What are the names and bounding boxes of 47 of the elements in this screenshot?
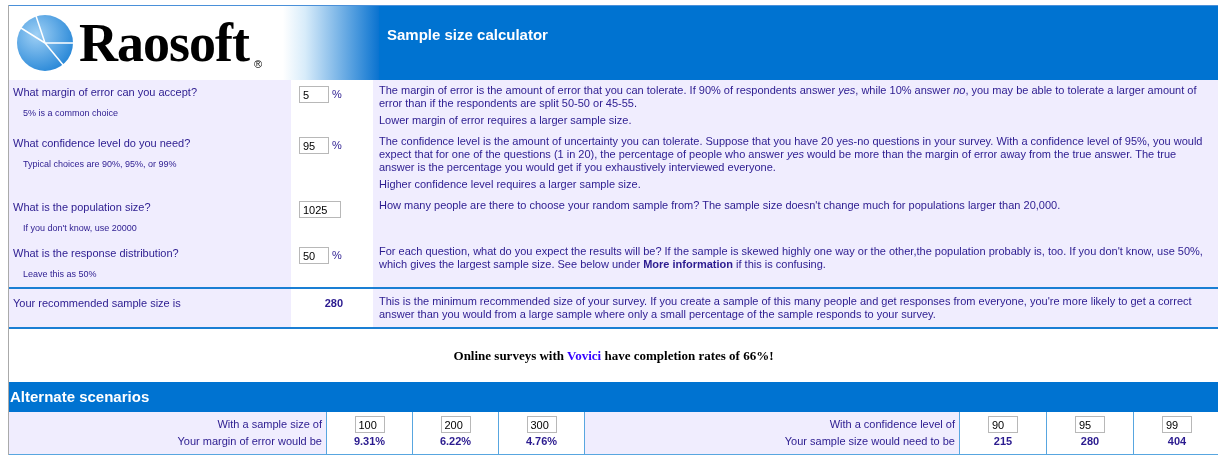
row-label: With a sample size of	[217, 416, 322, 432]
row-label: With a confidence level of	[829, 416, 955, 432]
number-field[interactable]: 99	[1162, 416, 1192, 433]
number-field[interactable]: 5	[299, 86, 329, 103]
question-label: What is the population size?	[13, 200, 152, 215]
hint-text: If you don't know, use 20000	[22, 221, 138, 235]
unit-label: %	[332, 87, 342, 102]
hint-text: Leave this as 50%	[22, 267, 98, 281]
description-text: Higher confidence level requires a larger sample size.	[379, 178, 642, 191]
number-field[interactable]: 100	[354, 416, 385, 433]
logo-text: Raosoft	[79, 16, 249, 70]
number-field[interactable]: 90	[988, 416, 1018, 433]
number-field[interactable]: 200	[440, 416, 471, 433]
page-title: Sample size calculator	[387, 26, 548, 43]
result-value: 215	[993, 434, 1013, 449]
hint-text: Typical choices are 90%, 95%, or 99%	[22, 157, 178, 171]
result-value: 9.31%	[353, 434, 386, 449]
question-label: What margin of error can you accept?	[13, 85, 199, 100]
description-text: For each question, what do you expect the results will be? If the sample is skewed highly one way or the other,the population probably is, too. If you don't know, use 50%, which gives the largest sample size. See below under More information if this is confusing.	[379, 245, 1204, 271]
number-field[interactable]: 300	[526, 416, 557, 433]
promo-text: Online surveys with Vovici have completion rates of 66%!	[453, 346, 774, 365]
pie-logo-icon	[16, 14, 74, 72]
row-label: Your margin of error would be	[177, 434, 322, 450]
result-value: 404	[1167, 434, 1187, 449]
result-label: Your recommended sample size is	[13, 297, 181, 309]
description-text: Lower margin of error requires a larger sample size.	[379, 114, 633, 127]
unit-label: %	[332, 248, 342, 263]
result-value: 280	[324, 297, 343, 309]
section-title: Alternate scenarios	[10, 386, 150, 407]
vovici-link[interactable]: Vovici	[567, 347, 602, 363]
number-field[interactable]: 1025	[299, 201, 341, 218]
number-field[interactable]: 50	[299, 247, 329, 264]
description-text: The margin of error is the amount of error that you can tolerate. If 90% of respondents answer yes, while 10% answer no, you may be able to tolerate a larger amount of error than if the respondents are split 50-50 or 45-55.	[379, 84, 1198, 110]
description-text: This is the minimum recommended size of your survey. If you create a sample of this many people and get responses from everyone, you're more likely to get a correct answer than you would from a large sample where only a small percentage of the sample responds to your survey.	[379, 295, 1193, 321]
unit-label: %	[332, 138, 342, 153]
question-label: What confidence level do you need?	[13, 136, 192, 151]
row-label: Your sample size would need to be	[784, 434, 955, 450]
number-field[interactable]: 95	[1075, 416, 1105, 433]
question-label: What is the response distribution?	[13, 246, 180, 261]
description-text: The confidence level is the amount of uncertainty you can tolerate. Suppose that you have 20 yes-no questions in your survey. With a confidence level of 95%, you would expect that for one of the questions (1 in 20), the percentage of people who answer yes would be more than the margin of error away from the true answer. The true answer is the percentage you would get if you exhaustively interviewed everyone.	[379, 135, 1204, 174]
number-field[interactable]: 95	[299, 137, 329, 154]
result-value: 6.22%	[439, 434, 472, 449]
result-value: 4.76%	[525, 434, 558, 449]
registered-mark: ®	[254, 56, 263, 72]
description-text: How many people are there to choose your random sample from? The sample size doesn't change much for populations larger than 20,000.	[379, 199, 1062, 212]
result-value: 280	[1080, 434, 1100, 449]
hint-text: 5% is a common choice	[22, 106, 120, 120]
